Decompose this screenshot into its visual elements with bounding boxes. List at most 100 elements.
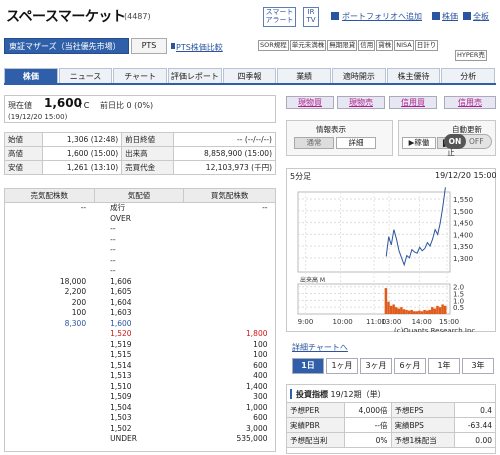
orderbook-row: -- — [5, 235, 276, 246]
orderbook-row: 1,503 600 — [5, 413, 276, 424]
tab-benefits[interactable]: 株主優待 — [386, 68, 441, 83]
sell-qty — [5, 403, 95, 414]
orderbook-row: 1,513 400 — [5, 371, 276, 382]
tab-chart[interactable]: チャート — [113, 68, 168, 83]
info-detail-button[interactable]: 詳細 — [336, 137, 376, 149]
ir-tv-button[interactable]: IR TV — [303, 7, 319, 27]
volume-bar — [438, 307, 442, 314]
quote-price[interactable]: 1,605 — [94, 287, 184, 298]
volume-bar — [400, 307, 403, 314]
buy-qty: 1,000 — [246, 402, 268, 412]
tab-analysis[interactable]: 分析 — [441, 68, 496, 83]
tab-stock-price[interactable]: 株価 — [4, 68, 58, 83]
sell-qty — [5, 235, 95, 246]
orderbook-row: 1,519 100 — [5, 340, 276, 351]
quote-price[interactable]: 1,503 — [94, 413, 184, 424]
quote-price[interactable]: 1,519 — [94, 340, 184, 351]
margin-buy-button[interactable]: 信用買 — [389, 96, 437, 109]
quote-price[interactable]: 1,600 — [94, 319, 184, 330]
pts-button[interactable]: PTS — [131, 38, 167, 54]
badge-odd-lot: 単元未満株 — [289, 40, 327, 51]
portfolio-add-link[interactable]: ポートフォリオへ追加 — [342, 11, 422, 22]
badge-hyper: HYPER売 — [455, 50, 487, 61]
period-1d[interactable]: 1日 — [292, 358, 324, 374]
tab-news[interactable]: ニュース — [58, 68, 113, 83]
tab-earnings[interactable]: 業績 — [277, 68, 332, 83]
volume-bar — [402, 309, 406, 314]
quote-price[interactable]: 1,504 — [94, 403, 184, 414]
detail-chart-link[interactable]: 詳細チャートへ — [292, 342, 348, 353]
volume-bar — [441, 304, 444, 314]
x-tick-label: 13:00 — [381, 318, 401, 326]
tab-rating-report[interactable]: 評価レポート — [168, 68, 222, 83]
table-row: 予想配当利 0% 予想1株配当 0.00 — [286, 432, 496, 448]
quote-price[interactable]: 1,604 — [94, 298, 184, 309]
margin-sell-button[interactable]: 信用売 — [444, 96, 496, 109]
running-button[interactable]: ▶稼働 — [402, 137, 436, 149]
quote-price[interactable]: 1,515 — [94, 350, 184, 361]
volume-bar — [415, 311, 419, 314]
quote-price[interactable]: 1,514 — [94, 361, 184, 372]
all-boards-link[interactable]: 全板 — [473, 11, 489, 22]
all-boards-icon — [463, 12, 471, 20]
info-display-title: 情報表示 — [316, 125, 346, 134]
toggle-off[interactable]: OFF — [469, 135, 484, 148]
y-tick-label: 1,300 — [453, 255, 473, 263]
quote-price[interactable]: UNDER — [94, 434, 184, 445]
buy-qty — [184, 245, 276, 256]
market-selector[interactable]: 東証マザーズ（当社優先市場） — [4, 38, 129, 54]
orderbook-header: 売気配株数 気配値 買気配株数 — [4, 188, 276, 203]
orderbook-row: OVER — [5, 214, 276, 225]
sell-qty — [5, 371, 95, 382]
period-3y[interactable]: 3年 — [462, 358, 494, 374]
price-chart[interactable]: 1,5501,5001,4501,4001,3501,3002.01.51.00… — [286, 180, 496, 332]
y-tick-label: 1,350 — [453, 243, 473, 251]
pts-compare-icon — [171, 43, 175, 49]
quote-price[interactable]: 1,513 — [94, 371, 184, 382]
quote-price[interactable]: 1,520 — [94, 329, 184, 340]
main-tabs: 株価 ニュース チャート 評価レポート 四季報 業績 適時開示 株主優待 分析 — [4, 68, 496, 85]
quote-price[interactable]: 成行 — [94, 203, 184, 214]
quote-price[interactable]: -- — [94, 266, 184, 277]
sell-qty — [5, 434, 95, 445]
quote-price[interactable]: 1,606 — [94, 277, 184, 288]
quote-price[interactable]: 1,603 — [94, 308, 184, 319]
quote-price[interactable]: -- — [94, 245, 184, 256]
volume-bar — [410, 309, 413, 314]
period-6m[interactable]: 6ヶ月 — [394, 358, 426, 374]
volume-bar — [420, 311, 424, 314]
quote-price[interactable]: OVER — [94, 214, 184, 225]
badge-unlimited: 無期限貸 — [327, 40, 358, 51]
period-1m[interactable]: 1ヶ月 — [326, 358, 358, 374]
period-1y[interactable]: 1年 — [428, 358, 460, 374]
buy-qty — [184, 319, 276, 330]
stock-price-link[interactable]: 株価 — [442, 11, 458, 22]
period-3m[interactable]: 3ヶ月 — [360, 358, 392, 374]
sell-qty — [5, 424, 95, 435]
sell-qty — [5, 245, 95, 256]
quote-price[interactable]: 1,509 — [94, 392, 184, 403]
orderbook-row: 1,520 1,800 — [5, 329, 276, 340]
cash-sell-button[interactable]: 現物売 — [337, 96, 385, 109]
buy-qty — [184, 224, 276, 235]
tab-shikiho[interactable]: 四季報 — [222, 68, 277, 83]
quote-price[interactable]: 1,502 — [94, 424, 184, 435]
orderbook-row: 18,000 1,606 — [5, 277, 276, 288]
quote-price[interactable]: 1,510 — [94, 382, 184, 393]
quote-price[interactable]: -- — [94, 224, 184, 235]
page-title: スペースマーケット — [6, 9, 126, 25]
y-tick-label: 1,400 — [453, 231, 473, 239]
info-normal-button[interactable]: 通常 — [294, 137, 334, 149]
buy-qty — [184, 266, 276, 277]
toggle-on[interactable]: ON — [444, 134, 466, 149]
cash-buy-button[interactable]: 現物買 — [286, 96, 334, 109]
volume-bar — [428, 309, 431, 314]
orderbook-row: 1,509 300 — [5, 392, 276, 403]
sell-qty — [5, 382, 95, 393]
tab-disclosure[interactable]: 適時開示 — [332, 68, 386, 83]
quote-price[interactable]: -- — [94, 256, 184, 267]
smart-alert-button[interactable]: スマート アラート — [263, 7, 296, 27]
quote-price[interactable]: -- — [94, 235, 184, 246]
pts-compare-link[interactable]: PTS株価比較 — [176, 42, 223, 53]
volume-bar — [436, 305, 439, 314]
